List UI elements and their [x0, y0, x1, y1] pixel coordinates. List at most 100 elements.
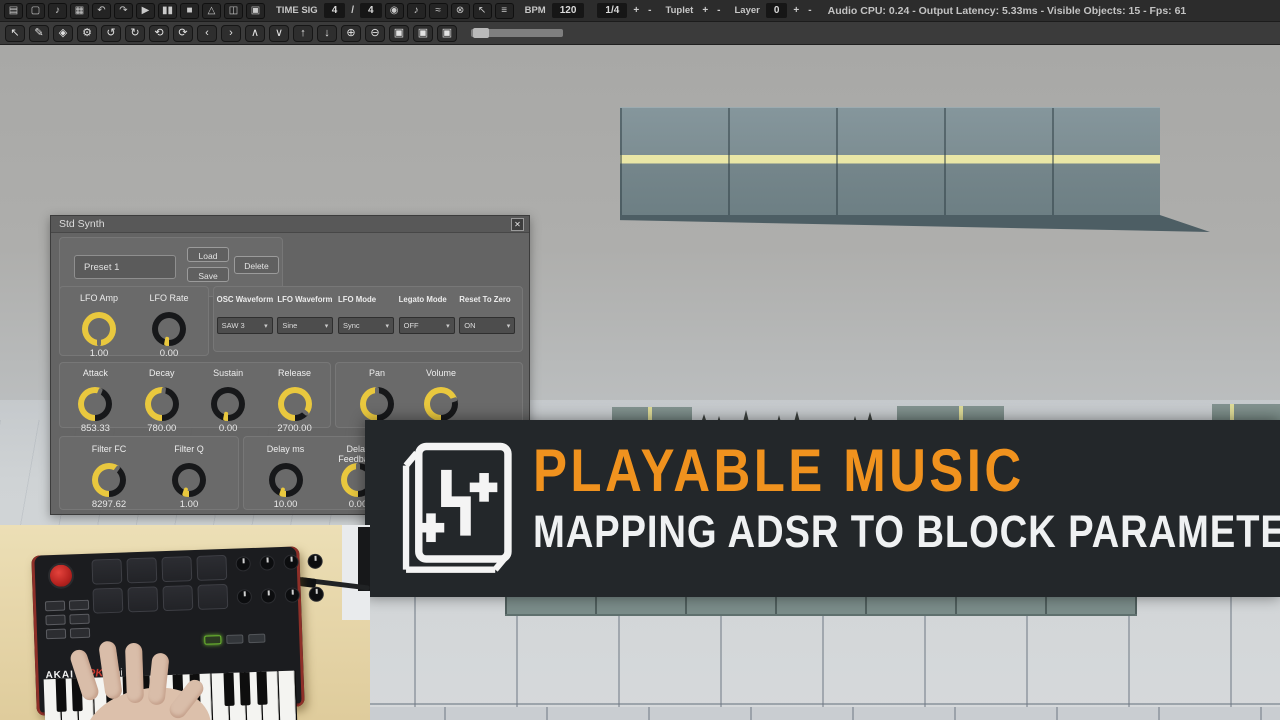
copy-icon[interactable]: ▣ [389, 25, 409, 42]
knob-lfo-rate[interactable]: LFO Rate0.00 [138, 291, 200, 355]
floating-block-underside [620, 215, 1210, 232]
orbit-left-icon[interactable]: ⟲ [149, 25, 169, 42]
pad-control-button [226, 634, 243, 644]
bpm-value[interactable]: 120 [552, 3, 585, 18]
load-preset-button[interactable]: Load [187, 247, 229, 262]
knob-volume[interactable]: Volume0.00 [410, 366, 472, 427]
rotary-knobs [235, 553, 337, 616]
camera-icon[interactable]: ◉ [385, 3, 404, 19]
zoom-in-icon[interactable]: ⊕ [341, 25, 361, 42]
nudge-left-icon[interactable]: ‹ [197, 25, 217, 42]
adsr-section: Attack853.33Decay780.00Sustain0.00Releas… [59, 362, 331, 428]
close-icon[interactable]: ✕ [511, 218, 524, 231]
dropdown-reset-to-zero[interactable]: Reset To ZeroON▾ [459, 295, 519, 351]
dropdown-legato-mode[interactable]: Legato ModeOFF▾ [399, 295, 459, 351]
metronome-icon[interactable]: △ [202, 3, 221, 19]
stop-icon[interactable]: ■ [180, 3, 199, 19]
dropdown-lfo-mode[interactable]: LFO ModeSync▾ [338, 295, 398, 351]
layer-increase-button[interactable]: + [790, 5, 802, 16]
mute-x-icon[interactable]: ⊗ [451, 3, 470, 19]
knob-release[interactable]: Release2700.00 [264, 366, 326, 427]
delete-preset-button[interactable]: Delete [234, 256, 279, 274]
project-list-icon[interactable]: ▤ [4, 3, 23, 19]
nudge-up-icon[interactable]: ∧ [245, 25, 265, 42]
diamond-tool-icon[interactable]: ◈ [53, 25, 73, 42]
draw-pencil-icon[interactable]: ✎ [29, 25, 49, 42]
orbit-right-icon[interactable]: ⟳ [173, 25, 193, 42]
redo-icon[interactable]: ↷ [114, 3, 133, 19]
chevron-down-icon: ▾ [385, 322, 389, 330]
chevron-down-icon: ▾ [325, 322, 329, 330]
select-cursor-icon[interactable]: ↖ [5, 25, 25, 42]
nudge-down-icon[interactable]: ∨ [269, 25, 289, 42]
function-buttons [45, 600, 97, 646]
joystick-knob [48, 562, 75, 589]
paste-icon[interactable]: ▣ [437, 25, 457, 42]
video-title-banner: PLAYABLE MUSIC MAPPING ADSR TO BLOCK PAR… [365, 420, 1280, 597]
waveform-icon[interactable]: ≈ [429, 3, 448, 19]
layer-label: Layer [735, 5, 760, 16]
new-document-icon[interactable]: ▢ [26, 3, 45, 19]
save-preset-button[interactable]: Save [187, 267, 229, 282]
pan-volume-section: Pan0.00Volume0.00 [335, 362, 523, 428]
snap-increase-button[interactable]: + [630, 5, 642, 16]
time-sig-numerator[interactable]: 4 [324, 3, 346, 18]
timeline-scrollbar[interactable] [471, 29, 563, 37]
snap-decrease-button[interactable]: - [645, 5, 654, 16]
chevron-down-icon: ▾ [446, 322, 450, 330]
note-icon[interactable]: ♪ [407, 3, 426, 19]
synth-panel-title: Std Synth [51, 216, 529, 233]
performance-status-text: Audio CPU: 0.24 - Output Latency: 5.33ms… [828, 5, 1187, 17]
knob-filter-fc[interactable]: Filter FC8297.62 [78, 442, 140, 509]
move-down-icon[interactable]: ↓ [317, 25, 337, 42]
banner-subtitle: MAPPING ADSR TO BLOCK PARAMETERS [533, 506, 1280, 558]
preset-name-input[interactable]: Preset 1 [74, 255, 176, 279]
nudge-right-icon[interactable]: › [221, 25, 241, 42]
floating-container-block[interactable] [620, 107, 1160, 215]
dropdown-lfo-waveform[interactable]: LFO WaveformSine▾ [277, 295, 337, 351]
mixer-sliders-icon[interactable]: ≡ [495, 3, 514, 19]
layout-panes-icon[interactable]: ◫ [224, 3, 243, 19]
tuplet-increase-button[interactable]: + [699, 5, 711, 16]
knob-lfo-amp[interactable]: LFO Amp1.00 [68, 291, 130, 355]
drum-pads [91, 555, 233, 616]
edit-note-icon[interactable]: ♪ [48, 3, 67, 19]
split-view-icon[interactable]: ▣ [246, 3, 265, 19]
pause-icon[interactable]: ▮▮ [158, 3, 177, 19]
grid-icon[interactable]: ▦ [70, 3, 89, 19]
waveform-section: OSC WaveformSAW 3▾LFO WaveformSine▾LFO M… [213, 286, 523, 352]
filter-section: Filter FC8297.62 Filter Q1.00 [59, 436, 239, 510]
undo-icon[interactable]: ↶ [92, 3, 111, 19]
zoom-out-icon[interactable]: ⊖ [365, 25, 385, 42]
dropdown-osc-waveform[interactable]: OSC WaveformSAW 3▾ [217, 295, 277, 351]
knob-sustain[interactable]: Sustain0.00 [197, 366, 259, 427]
time-sig-denominator[interactable]: 4 [360, 3, 382, 18]
cut-icon[interactable]: ▣ [413, 25, 433, 42]
knob-filter-q[interactable]: Filter Q1.00 [158, 442, 220, 509]
knob-attack[interactable]: Attack853.33 [64, 366, 126, 427]
knob-pan[interactable]: Pan0.00 [346, 366, 408, 427]
layer-value[interactable]: 0 [766, 3, 788, 18]
knob-decay[interactable]: Decay780.00 [131, 366, 193, 427]
chevron-down-icon: ▾ [264, 322, 268, 330]
toolbar-edit: ↖✎◈⚙↺↻⟲⟳‹›∧∨↑↓⊕⊖▣▣▣ [0, 22, 1280, 45]
app-window: ▤▢♪▦↶↷▶▮▮■△◫▣ TIME SIG 4 / 4 ◉♪≈⊗↖≡ BPM … [0, 0, 1280, 720]
settings-gear-icon[interactable]: ⚙ [77, 25, 97, 42]
snap-value[interactable]: 1/4 [597, 3, 627, 18]
move-up-icon[interactable]: ↑ [293, 25, 313, 42]
webcam-overlay: AKAIMPKmini [0, 525, 370, 720]
knob-delay-ms[interactable]: Delay ms10.00 [255, 442, 317, 509]
bpm-label: BPM [525, 5, 546, 16]
tuplet-decrease-button[interactable]: - [714, 5, 723, 16]
layer-decrease-button[interactable]: - [805, 5, 814, 16]
rotate-cw-icon[interactable]: ↻ [125, 25, 145, 42]
transform-cursor-icon[interactable]: ↖ [473, 3, 492, 19]
toolbar-transport: ▤▢♪▦↶↷▶▮▮■△◫▣ TIME SIG 4 / 4 ◉♪≈⊗↖≡ BPM … [0, 0, 1280, 22]
monitor-edge [358, 527, 370, 591]
chevron-down-icon: ▾ [507, 322, 511, 330]
timeline-scrollbar-handle[interactable] [473, 28, 489, 38]
rotate-ccw-icon[interactable]: ↺ [101, 25, 121, 42]
tuplet-label: Tuplet [666, 5, 694, 16]
time-sig-separator: / [348, 5, 357, 16]
play-icon[interactable]: ▶ [136, 3, 155, 19]
